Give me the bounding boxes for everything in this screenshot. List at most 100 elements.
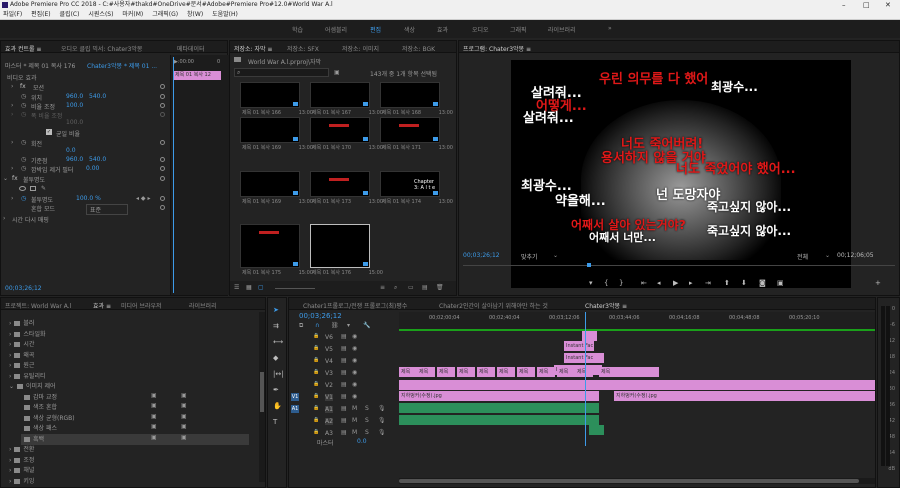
go-to-in-icon[interactable]: ⇤ — [641, 279, 647, 287]
tab-sequence-1[interactable]: Chater1프롤로그/전쟁 프롤로그(최)평수 — [303, 301, 407, 310]
track-name[interactable]: A2 — [325, 418, 333, 425]
reset-icon[interactable] — [160, 176, 165, 181]
nest-icon[interactable]: ⧉ — [299, 322, 303, 330]
effect-item[interactable]: › 스타일화 — [9, 329, 249, 340]
clear-icon[interactable]: 🗑 — [436, 284, 444, 291]
timeline-clip[interactable] — [399, 403, 599, 413]
sync-icon[interactable]: ▤ — [341, 357, 347, 364]
zoom-slider[interactable] — [275, 288, 315, 289]
eye-icon[interactable]: ◉ — [352, 369, 357, 376]
hand-tool-icon[interactable]: ✋ — [273, 402, 282, 410]
expand-arrow-icon[interactable]: › — [11, 165, 13, 172]
tab-metadata[interactable]: 메타데이터 — [177, 44, 205, 53]
timeline-clip[interactable]: 제목 — [477, 367, 495, 377]
fit-dropdown-arrow-icon[interactable]: ⌄ — [553, 252, 558, 259]
tab-audio-clip-mixer[interactable]: 오디오 클립 믹서: Chater3악몽 — [61, 44, 142, 53]
stopwatch-icon[interactable]: ◷ — [21, 165, 26, 172]
reset-icon[interactable] — [160, 84, 165, 89]
ellipse-mask-icon[interactable] — [19, 186, 26, 191]
tab-sequence-2[interactable]: Chater2인간이 살아남기 위해야만 하는 것 — [439, 301, 548, 310]
freeform-view-icon[interactable]: ▢ — [258, 284, 264, 291]
step-forward-icon[interactable]: ▸ — [689, 279, 693, 287]
opacity-value[interactable]: 100.0 % — [76, 195, 101, 202]
tab-effect-controls[interactable]: 효과 컨트롤 ≡ — [5, 44, 41, 53]
tab-program[interactable]: 프로그램: Chater3악몽 ≡ — [463, 44, 531, 53]
pen-tool-icon[interactable]: ✒ — [273, 386, 279, 394]
eye-icon[interactable]: ◉ — [352, 333, 357, 340]
mini-clip[interactable]: 제목 01 복사 12 — [173, 71, 221, 80]
expand-arrow-icon[interactable]: › — [9, 446, 11, 453]
timeline-hscroll[interactable] — [399, 478, 875, 484]
timeline-clip[interactable]: 제목 — [497, 367, 515, 377]
tab-media-browser[interactable]: 미디어 브라우저 — [121, 301, 162, 310]
timeline-clip[interactable]: 제목 — [575, 367, 593, 377]
add-marker-icon[interactable]: ▾ — [589, 279, 593, 287]
keyframe-nav-icon[interactable]: ◂ ◆ ▸ — [136, 195, 150, 202]
expand-arrow-icon[interactable]: › — [9, 331, 11, 338]
mark-in-icon[interactable]: { — [604, 279, 608, 287]
fit-dropdown[interactable]: 맞추기 — [521, 252, 538, 261]
bin-thumbnail[interactable]: 제목 01 복사 166 13:00 — [240, 82, 313, 116]
reset-icon[interactable] — [160, 166, 165, 171]
effect-item[interactable]: 색상 패스 ▣ ▣ — [21, 423, 249, 434]
stopwatch-icon[interactable]: ◷ — [21, 93, 26, 100]
tab-libraries[interactable]: 라이브러리 — [189, 301, 217, 310]
lock-icon[interactable]: 🔒 — [313, 393, 319, 399]
effect-item[interactable]: ⌄ 이미지 제어 — [9, 381, 249, 392]
wrench-icon[interactable]: 🔧 — [363, 322, 370, 329]
resolution-dropdown-arrow-icon[interactable]: ⌄ — [825, 252, 830, 259]
bin-thumbnail[interactable]: 제목 01 복사 173 13:00 — [310, 171, 383, 205]
bin-thumbnail[interactable]: 제목 01 복사 176 15:00 — [310, 224, 383, 276]
bin-search-input[interactable]: ⌕ — [234, 68, 329, 77]
expand-arrow-icon[interactable]: › — [11, 139, 13, 146]
effect-item[interactable]: › 왜곡 — [9, 350, 249, 361]
effect-item[interactable]: › 원근 — [9, 360, 249, 371]
menu-edit[interactable]: 편집(E) — [31, 11, 51, 18]
track-name[interactable]: V6 — [325, 334, 333, 341]
compare-icon[interactable]: ▣ — [777, 279, 784, 287]
bin-thumbnail[interactable]: 제목 01 복사 169 13:00 — [240, 171, 313, 205]
workspace-edit[interactable]: 편집 — [370, 25, 381, 34]
menu-graphics[interactable]: 그래픽(G) — [152, 11, 178, 18]
timeline-clip[interactable]: Instant Fac — [564, 353, 604, 363]
resolution-dropdown[interactable]: 전체 — [797, 252, 808, 261]
lift-icon[interactable]: ⬆ — [724, 279, 730, 287]
effect-item[interactable]: 흑백 ▣ ▣ — [21, 433, 249, 445]
eye-icon[interactable]: ◉ — [352, 357, 357, 364]
track-area[interactable]: Instant FacInstant FacInstant Fac제목제목제목제… — [399, 331, 875, 446]
timeline-clip[interactable]: 제목 — [517, 367, 535, 377]
effect-item[interactable]: › 채널 — [9, 465, 249, 476]
expand-arrow-icon[interactable]: › — [11, 102, 13, 109]
expand-arrow-icon[interactable]: › — [9, 352, 11, 359]
anchor-x-value[interactable]: 960.0 — [66, 156, 83, 163]
rotation-value[interactable]: 0.0 — [66, 147, 76, 154]
program-scrubber[interactable] — [463, 263, 895, 267]
expand-arrow-icon[interactable]: › — [9, 478, 11, 485]
go-to-out-icon[interactable]: ⇥ — [705, 279, 711, 287]
effect-item[interactable]: › 키잉 — [9, 476, 249, 487]
ripple-edit-tool-icon[interactable]: ⟷ — [273, 338, 283, 346]
menu-file[interactable]: 파일(F) — [3, 11, 22, 18]
stopwatch-icon[interactable]: ◷ — [21, 139, 26, 146]
tab-effects[interactable]: 효과 ≡ — [93, 301, 111, 310]
menu-window[interactable]: 창(W) — [187, 11, 203, 18]
expand-arrow-icon[interactable]: › — [9, 341, 11, 348]
anchor-y-value[interactable]: 540.0 — [89, 156, 106, 163]
icon-view-icon[interactable]: ▦ — [246, 284, 252, 291]
tab-sequence-3[interactable]: Chater3악몽 ≡ — [585, 301, 627, 310]
expand-arrow-icon[interactable]: › — [11, 83, 13, 90]
track-select-tool-icon[interactable]: ⇉ — [273, 322, 279, 330]
mini-playhead[interactable] — [173, 57, 174, 293]
scale-value[interactable]: 100.0 — [66, 102, 83, 109]
mute-button[interactable]: M — [352, 417, 357, 424]
mute-button[interactable]: M — [352, 405, 357, 412]
track-name[interactable]: V2 — [325, 382, 333, 389]
uniform-scale-checkbox[interactable]: ✓ — [46, 129, 52, 135]
workspace-learn[interactable]: 학습 — [292, 25, 303, 34]
reset-icon[interactable] — [160, 157, 165, 162]
reset-icon[interactable] — [160, 103, 165, 108]
workspace-color[interactable]: 색상 — [404, 25, 415, 34]
expand-arrow-icon[interactable]: ⌄ — [3, 175, 8, 182]
selection-tool-icon[interactable]: ➤ — [273, 306, 279, 314]
track-name[interactable]: V1 — [325, 394, 333, 401]
